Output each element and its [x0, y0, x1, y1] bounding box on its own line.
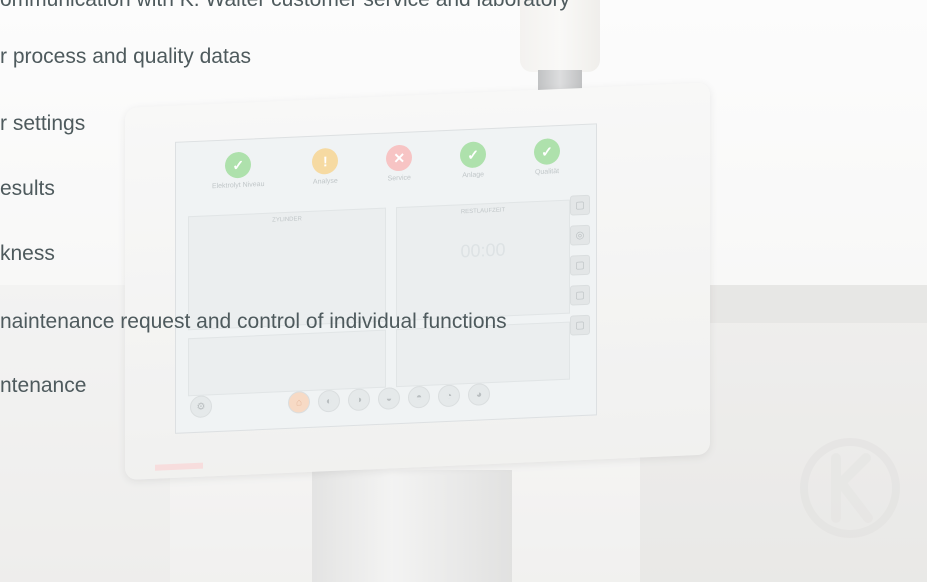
side-button-3[interactable]: ▢ — [570, 254, 590, 276]
status-item[interactable]: ✕ Service — [386, 144, 413, 193]
tool-button[interactable]: ⚙ — [190, 395, 212, 419]
status-item[interactable]: ✓ Qualität — [534, 138, 561, 187]
side-button-4[interactable]: ▢ — [570, 284, 590, 306]
toolbar-button-7[interactable]: ◕ — [468, 383, 490, 407]
check-icon: ✓ — [225, 151, 252, 179]
status-label: Analyse — [312, 177, 338, 186]
toolbar-button-6[interactable]: ◔ — [438, 384, 460, 408]
toolbar-button-4[interactable]: ◒ — [378, 386, 400, 410]
status-label: Anlage — [462, 171, 485, 180]
feature-line-3: r settings — [0, 112, 86, 135]
check-icon: ✓ — [534, 138, 561, 166]
toolbar-button-5[interactable]: ◓ — [408, 385, 430, 409]
home-button[interactable]: ⌂ — [288, 390, 310, 414]
warning-icon: ! — [312, 147, 339, 175]
left-pane-title: ZYLINDER — [272, 216, 302, 224]
status-label: Qualität — [534, 168, 560, 177]
feature-line-7: ntenance — [0, 374, 87, 397]
feature-line-4: esults — [0, 177, 55, 200]
right-pane-title: RESTLAUFZEIT — [460, 207, 506, 216]
toolbar-button-2[interactable]: ◐ — [318, 389, 340, 413]
status-label: Service — [387, 174, 411, 183]
status-item[interactable]: ! Analyse — [312, 147, 339, 197]
brand-strip — [155, 462, 203, 471]
feature-line-2: r process and quality datas — [0, 45, 251, 68]
error-icon: ✕ — [386, 144, 413, 172]
status-item[interactable]: ✓ Elektrolyt Niveau — [211, 151, 265, 201]
side-button-5[interactable]: ▢ — [570, 314, 590, 336]
hmi-panel: ✓ Elektrolyt Niveau! Analyse ✕ Service ✓ Anlag… — [125, 82, 710, 481]
walter-logo-icon — [800, 438, 900, 538]
hmi-screen: ✓ Elektrolyt Niveau! Analyse ✕ Service ✓ Anlag… — [175, 123, 597, 434]
status-row: ✓ Elektrolyt Niveau! Analyse ✕ Service ✓ Anlag… — [188, 137, 584, 202]
status-label: Elektrolyt Niveau — [211, 180, 265, 191]
status-item[interactable]: ✓ Anlage — [460, 141, 487, 190]
side-button-1[interactable]: ▢ — [570, 194, 590, 216]
right-pane: RESTLAUFZEIT 00:00 — [396, 199, 570, 322]
side-button-2[interactable]: ◎ — [570, 224, 590, 246]
feature-line-5: kness — [0, 242, 55, 265]
feature-line-6: naintenance request and control of indiv… — [0, 310, 507, 333]
timer-readout: 00:00 — [460, 239, 506, 262]
toolbar-button-3[interactable]: ◑ — [348, 388, 370, 412]
side-button-column: ▢ ◎ ▢ ▢ ▢ — [570, 194, 590, 336]
feature-line-1: ommunication with K. Walter customer ser… — [0, 0, 570, 12]
panel-stand — [312, 470, 512, 582]
check-icon: ✓ — [460, 141, 487, 169]
